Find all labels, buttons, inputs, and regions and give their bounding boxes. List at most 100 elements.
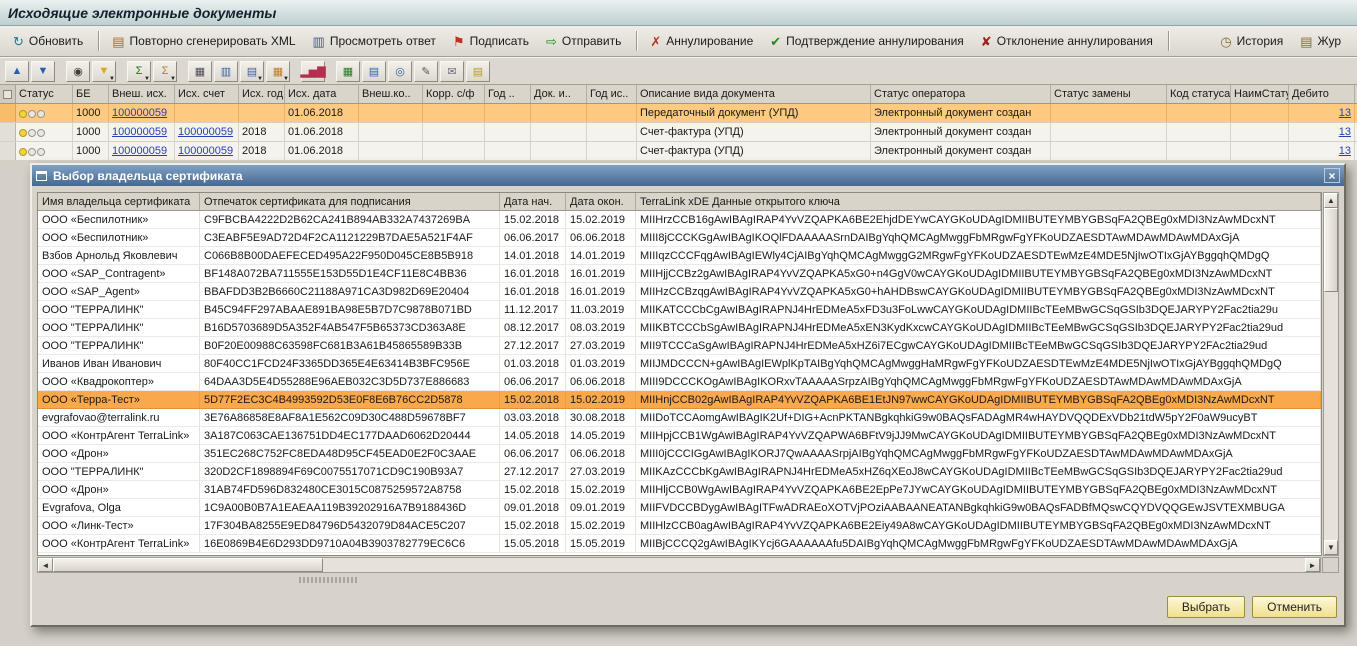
column-header[interactable]: Исх. счет: [175, 85, 239, 103]
scroll-left-icon[interactable]: ◄: [38, 558, 53, 572]
certificate-row[interactable]: ООО «КонтрАгент TerraLink»16E0869B4E6D29…: [38, 535, 1321, 553]
journal-button[interactable]: ▤Жур: [1293, 30, 1351, 52]
certificate-row[interactable]: ООО «Беспилотник»C9FBCBA4222D2B62CA241B8…: [38, 211, 1321, 229]
cell-link[interactable]: 100000059: [178, 126, 233, 138]
column-header[interactable]: БЕ: [73, 85, 109, 103]
column-header[interactable]: Док. и..: [531, 85, 587, 103]
certificate-row[interactable]: ООО «КонтрАгент TerraLink»3A187C063CAE13…: [38, 427, 1321, 445]
cell-link[interactable]: 13: [1339, 126, 1351, 138]
reject-annul-button[interactable]: ✘Отклонение аннулирования: [974, 30, 1163, 52]
edit-icon[interactable]: ✎: [414, 61, 438, 82]
certificate-row[interactable]: evgrafovao@terralink.ru3E76A86858E8AF8A1…: [38, 409, 1321, 427]
sort-descending-icon[interactable]: ▼: [31, 61, 55, 82]
annul-button[interactable]: ✗Аннулирование: [643, 30, 763, 52]
filter-icon[interactable]: ▼▼: [92, 61, 116, 82]
column-header[interactable]: TerraLink xDE Данные открытого ключа: [636, 193, 1321, 210]
column-header[interactable]: Отпечаток сертификата для подписания: [200, 193, 500, 210]
print-icon[interactable]: ▦: [188, 61, 212, 82]
sum-icon[interactable]: Σ▼: [127, 61, 151, 82]
certificate-row[interactable]: ООО «Беспилотник»C3EABF5E9AD72D4F2CA1121…: [38, 229, 1321, 247]
column-header[interactable]: Исх. год: [239, 85, 285, 103]
table-row[interactable]: 1000100000059100000059201801.06.2018Счет…: [0, 123, 1357, 142]
cell-link[interactable]: 100000059: [112, 107, 167, 119]
vertical-scroll-thumb[interactable]: [1324, 208, 1338, 292]
column-header[interactable]: Год ис..: [587, 85, 637, 103]
cell-link[interactable]: 100000059: [112, 145, 167, 157]
regenerate-xml-button[interactable]: ▤Повторно сгенерировать XML: [105, 30, 305, 52]
row-selector[interactable]: [0, 123, 16, 141]
column-header[interactable]: Статус замены: [1051, 85, 1167, 103]
print-preview-icon[interactable]: ▥: [214, 61, 238, 82]
column-header[interactable]: Описание вида документа: [637, 85, 871, 103]
close-icon[interactable]: ×: [1324, 168, 1340, 183]
table-row[interactable]: 1000100000059100000059201801.06.2018Счет…: [0, 142, 1357, 161]
certificate-row[interactable]: ООО «Квадрокоптер»64DAA3D5E4D55288E96AEB…: [38, 373, 1321, 391]
certificate-row[interactable]: ООО «SAP_Contragent»BF148A072BA711555E15…: [38, 265, 1321, 283]
cell-link[interactable]: 13: [1339, 107, 1351, 119]
protocol-icon[interactable]: ▤: [466, 61, 490, 82]
table-row[interactable]: 100010000005901.06.2018Передаточный доку…: [0, 104, 1357, 123]
column-header[interactable]: Год ..: [485, 85, 531, 103]
certificate-row[interactable]: ООО "ТЕРРАЛИНК"B16D5703689D5A352F4AB547F…: [38, 319, 1321, 337]
zoom-icon[interactable]: ◎: [388, 61, 412, 82]
column-header[interactable]: Внеш. исх.: [109, 85, 175, 103]
history-button[interactable]: ◷История: [1213, 30, 1293, 52]
scroll-up-icon[interactable]: ▲: [1324, 193, 1338, 208]
find-icon[interactable]: ◉: [66, 61, 90, 82]
certificate-row[interactable]: ООО "ТЕРРАЛИНК"320D2CF1898894F69C0075517…: [38, 463, 1321, 481]
certificate-row[interactable]: Иванов Иван Иванович80F40CC1FCD24F3365DD…: [38, 355, 1321, 373]
sign-button[interactable]: ⚑Подписать: [446, 30, 539, 52]
certificate-row[interactable]: ООО "ТЕРРАЛИНК"B45C94FF297ABAAE891BA98E5…: [38, 301, 1321, 319]
column-header[interactable]: Дата окон.: [566, 193, 636, 210]
sort-ascending-icon[interactable]: ▲: [5, 61, 29, 82]
certificate-owner-dialog: Выбор владельца сертификата × Имя владел…: [30, 163, 1346, 627]
column-header[interactable]: Внеш.ко..: [359, 85, 423, 103]
cell-link[interactable]: 100000059: [112, 126, 167, 138]
vertical-scrollbar[interactable]: ▲ ▼: [1323, 192, 1339, 556]
cancel-button[interactable]: Отменить: [1252, 596, 1337, 618]
certificate-row[interactable]: ООО «Дрон»31AB74FD596D832480CE3015C08752…: [38, 481, 1321, 499]
certificate-row[interactable]: Взбов Арнольд ЯковлевичC066B8B00DAEFECED…: [38, 247, 1321, 265]
certificate-row[interactable]: Evgrafova, Olga1C9A00B0B7A1EAEAA119B3920…: [38, 499, 1321, 517]
column-header[interactable]: Статус оператора: [871, 85, 1051, 103]
scroll-right-icon[interactable]: ►: [1305, 558, 1320, 572]
send-button[interactable]: ⇨Отправить: [539, 30, 631, 52]
spreadsheet-icon[interactable]: ▦: [336, 61, 360, 82]
row-selector[interactable]: [0, 104, 16, 122]
export-icon[interactable]: ▤▼: [240, 61, 264, 82]
confirm-annul-button[interactable]: ✔Подтверждение аннулирования: [763, 30, 974, 52]
certificate-row[interactable]: ООО «SAP_Agent»BBAFDD3B2B6660C21188A971C…: [38, 283, 1321, 301]
subtotal-icon[interactable]: Σ▼: [153, 61, 177, 82]
choose-button[interactable]: Выбрать: [1167, 596, 1245, 618]
column-header[interactable]: Код статуса: [1167, 85, 1231, 103]
certificate-row[interactable]: ООО «Терра-Тест»5D77F2EC3C4B4993592D53E0…: [38, 391, 1321, 409]
cell-link[interactable]: 100000059: [178, 145, 233, 157]
vertical-scroll-track[interactable]: [1324, 292, 1338, 540]
column-header[interactable]: Дата нач.: [500, 193, 566, 210]
column-header[interactable]: НаимСтатус: [1231, 85, 1289, 103]
certificate-row[interactable]: ООО «Линк-Тест»17F304BA8255E9ED84796D543…: [38, 517, 1321, 535]
certificate-row[interactable]: ООО «Дрон»351EC268C752FC8EDA48D95CF45EAD…: [38, 445, 1321, 463]
dialog-titlebar[interactable]: Выбор владельца сертификата ×: [32, 165, 1344, 186]
chart-icon[interactable]: ▂▅▇: [301, 61, 325, 82]
certificate-cell: ООО «Линк-Тест»: [38, 517, 200, 534]
layout-icon[interactable]: ▦▼: [266, 61, 290, 82]
row-selector[interactable]: [0, 142, 16, 160]
scroll-down-icon[interactable]: ▼: [1324, 540, 1338, 555]
certificate-row[interactable]: ООО "ТЕРРАЛИНК"B0F20E00988C63598FC681B3A…: [38, 337, 1321, 355]
horizontal-scroll-track[interactable]: [323, 558, 1305, 572]
view-response-button[interactable]: ▥Просмотреть ответ: [306, 30, 446, 52]
refresh-button[interactable]: ↻Обновить: [6, 30, 93, 52]
horizontal-scrollbar[interactable]: ◄ ►: [37, 557, 1321, 573]
attachment-icon[interactable]: ✉: [440, 61, 464, 82]
column-header[interactable]: Дебито: [1289, 85, 1355, 103]
resize-grip[interactable]: [299, 577, 357, 583]
column-header[interactable]: Имя владельца сертификата: [38, 193, 200, 210]
horizontal-scroll-thumb[interactable]: [53, 558, 323, 572]
column-header[interactable]: Корр. с/ф: [423, 85, 485, 103]
column-header[interactable]: Исх. дата: [285, 85, 359, 103]
select-all-corner[interactable]: [0, 85, 16, 103]
column-header[interactable]: Статус: [16, 85, 73, 103]
word-doc-icon[interactable]: ▤: [362, 61, 386, 82]
cell-link[interactable]: 13: [1339, 145, 1351, 157]
